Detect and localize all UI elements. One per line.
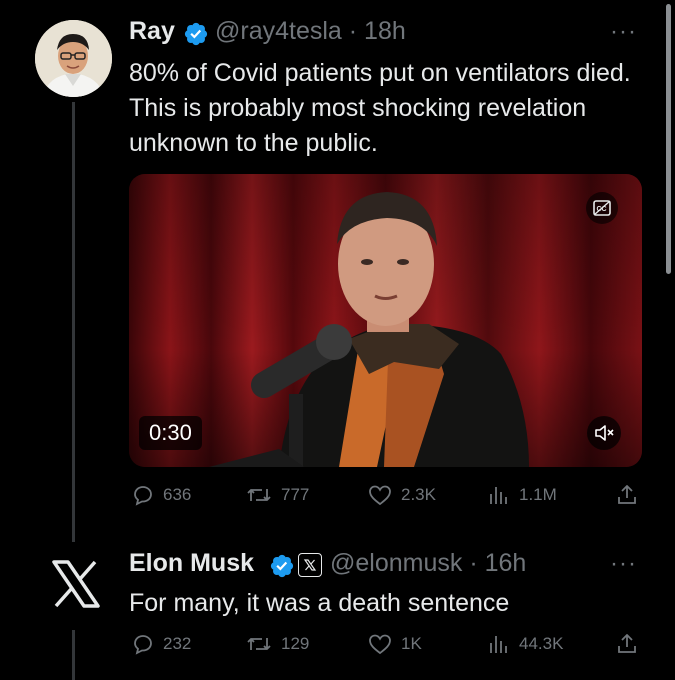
like-button[interactable]: 1K — [367, 632, 422, 656]
thread-line — [72, 102, 75, 542]
timestamp[interactable]: 16h — [485, 549, 527, 577]
views-button[interactable]: 1.1M — [487, 483, 557, 507]
reply-count: 232 — [163, 634, 192, 653]
tweet-header: Ray — [129, 17, 175, 46]
timestamp[interactable]: 18h — [364, 17, 406, 45]
mute-icon[interactable] — [587, 416, 621, 450]
captions-icon[interactable]: CC — [586, 192, 618, 224]
scrollbar[interactable] — [666, 4, 671, 274]
views-icon — [490, 636, 507, 653]
tweet-text: For many, it was a death sentence — [129, 589, 510, 617]
video-player[interactable]: CC 0:30 — [129, 174, 642, 467]
video-duration: 0:30 — [139, 416, 202, 450]
author-name[interactable]: Elon Musk — [129, 549, 254, 577]
views-icon — [490, 487, 507, 504]
video-frame — [129, 174, 642, 467]
like-icon — [369, 634, 391, 655]
separator-dot: · — [341, 17, 365, 45]
share-icon — [618, 485, 636, 504]
avatar[interactable] — [35, 20, 112, 97]
author-name[interactable]: Ray — [129, 17, 175, 45]
share-button[interactable] — [615, 483, 639, 507]
repost-icon — [247, 638, 271, 650]
like-button[interactable]: 2.3K — [367, 483, 436, 507]
views-button[interactable]: 44.3K — [487, 632, 563, 656]
avatar[interactable] — [40, 548, 112, 620]
repost-button[interactable]: 129 — [245, 632, 309, 656]
like-count: 1K — [401, 634, 422, 653]
repost-count: 777 — [281, 485, 310, 504]
separator-dot: · — [462, 549, 485, 577]
tweet-text: 80% of Covid patients put on ventilators… — [129, 59, 631, 157]
x-logo-icon — [52, 560, 100, 608]
share-button[interactable] — [615, 632, 639, 656]
reply-button[interactable]: 636 — [131, 483, 191, 507]
like-count: 2.3K — [401, 485, 436, 504]
author-handle[interactable]: @elonmusk — [330, 549, 462, 577]
like-icon — [369, 485, 391, 506]
repost-icon — [247, 489, 271, 501]
verified-badge-icon — [270, 554, 294, 578]
verified-badge-icon — [184, 22, 208, 46]
more-icon[interactable]: ··· — [610, 550, 637, 578]
author-handle[interactable]: @ray4tesla — [215, 17, 342, 45]
views-count: 44.3K — [519, 634, 564, 653]
thread-line — [72, 630, 75, 680]
views-count: 1.1M — [519, 485, 557, 504]
more-icon[interactable]: ··· — [610, 18, 637, 46]
repost-count: 129 — [281, 634, 310, 653]
reply-icon — [134, 486, 152, 506]
reply-button[interactable]: 232 — [131, 632, 191, 656]
reply-count: 636 — [163, 485, 192, 504]
affiliate-badge-icon[interactable] — [298, 553, 322, 577]
repost-button[interactable]: 777 — [245, 483, 309, 507]
reply-icon — [134, 635, 152, 655]
share-icon — [618, 634, 636, 653]
